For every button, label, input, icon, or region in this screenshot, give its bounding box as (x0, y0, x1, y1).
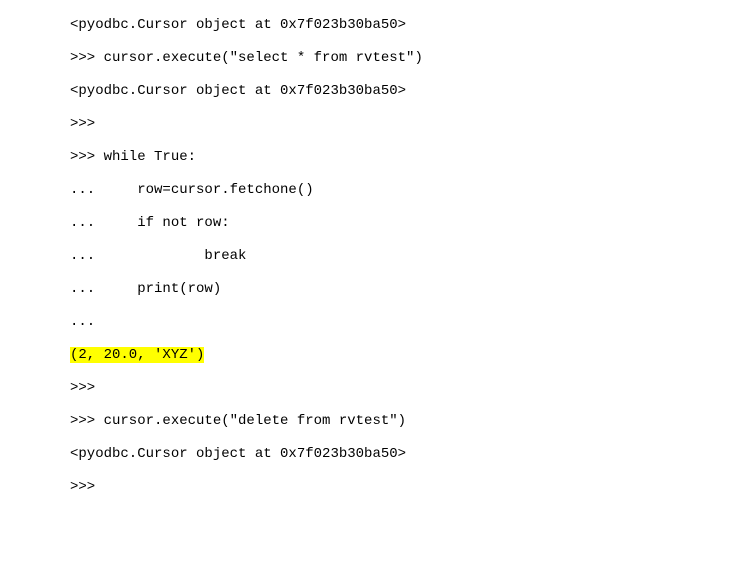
code-line: <pyodbc.Cursor object at 0x7f023b30ba50> (70, 18, 756, 32)
code-text: ... row=cursor.fetchone() (70, 182, 314, 198)
code-text: <pyodbc.Cursor object at 0x7f023b30ba50> (70, 17, 406, 33)
code-text: >>> cursor.execute("delete from rvtest") (70, 413, 406, 429)
code-text: <pyodbc.Cursor object at 0x7f023b30ba50> (70, 446, 406, 462)
code-line: ... (70, 315, 756, 329)
code-line: >>> cursor.execute("delete from rvtest") (70, 414, 756, 428)
code-line: <pyodbc.Cursor object at 0x7f023b30ba50> (70, 84, 756, 98)
code-text-highlighted: (2, 20.0, 'XYZ') (70, 347, 204, 363)
code-text: <pyodbc.Cursor object at 0x7f023b30ba50> (70, 83, 406, 99)
code-line: >>> while True: (70, 150, 756, 164)
code-text: >>> (70, 380, 95, 396)
code-text: ... (70, 314, 95, 330)
code-line: >>> (70, 381, 756, 395)
code-text: >>> (70, 116, 95, 132)
code-text: ... print(row) (70, 281, 221, 297)
code-line: ... row=cursor.fetchone() (70, 183, 756, 197)
code-text: >>> cursor.execute("select * from rvtest… (70, 50, 423, 66)
code-line-highlighted: (2, 20.0, 'XYZ') (70, 348, 756, 362)
code-text: ... break (70, 248, 246, 264)
code-text: >>> while True: (70, 149, 196, 165)
code-line: ... print(row) (70, 282, 756, 296)
code-text: ... if not row: (70, 215, 230, 231)
code-line: >>> cursor.execute("select * from rvtest… (70, 51, 756, 65)
code-line: ... break (70, 249, 756, 263)
code-line: <pyodbc.Cursor object at 0x7f023b30ba50> (70, 447, 756, 461)
code-line: >>> (70, 480, 756, 494)
code-line: >>> (70, 117, 756, 131)
code-text: >>> (70, 479, 95, 495)
code-line: ... if not row: (70, 216, 756, 230)
